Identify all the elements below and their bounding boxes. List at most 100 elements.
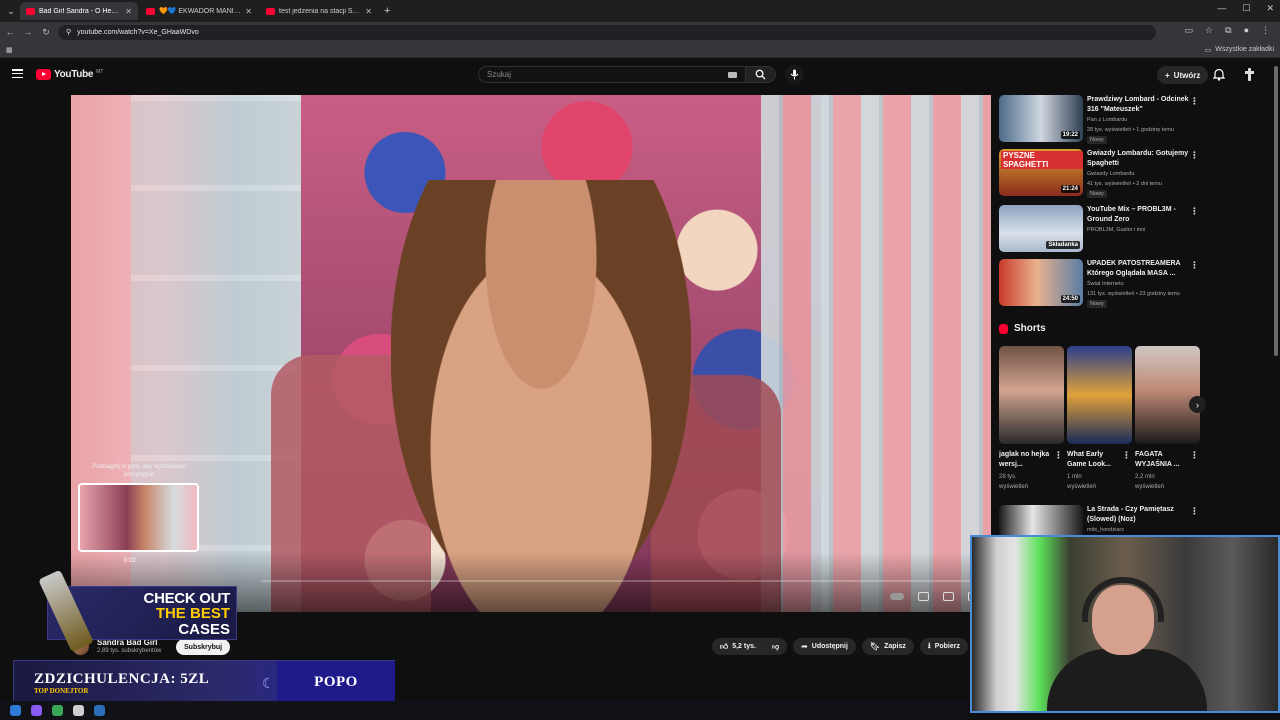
browser-menu-icon[interactable]: ⋮ bbox=[1261, 25, 1270, 36]
like-count: 5,2 tys. bbox=[732, 643, 756, 650]
webcam-person-body bbox=[1047, 649, 1207, 711]
new-badge: Nowy bbox=[1087, 136, 1107, 144]
browser-tab[interactable]: test jedzenia na stacji SKOLIM ✕ bbox=[260, 2, 378, 20]
video-player[interactable] bbox=[71, 95, 991, 612]
short-views-label: wyświetleń bbox=[1135, 484, 1165, 490]
bookmark-icon: 🔖︎ bbox=[869, 642, 881, 651]
window-controls: — ☐ ✕ bbox=[1217, 3, 1274, 14]
shorts-next-button[interactable]: › bbox=[1189, 396, 1206, 413]
forward-icon[interactable]: → bbox=[22, 27, 34, 37]
url-field[interactable]: ⚲ youtube.com/watch?v=Xe_GHaaWDvo bbox=[58, 24, 1156, 40]
more-options-icon[interactable]: ⋮ bbox=[1190, 150, 1199, 161]
more-options-icon[interactable]: ⋮ bbox=[1190, 206, 1199, 217]
video-thumbnail: 19:22 bbox=[999, 95, 1083, 142]
discord-icon[interactable] bbox=[31, 705, 42, 716]
video-frame-person bbox=[391, 180, 691, 612]
recommended-video[interactable]: 24:50 UPADEK PATOSTREAMERA Którego Ogląd… bbox=[999, 259, 1209, 309]
voice-search-button[interactable] bbox=[785, 65, 804, 84]
download-button[interactable]: ⭳ Pobierz bbox=[919, 638, 968, 655]
close-tab-icon[interactable]: ✕ bbox=[125, 7, 132, 16]
short-views: 28 tys. bbox=[999, 474, 1017, 480]
more-options-icon[interactable]: ⋮ bbox=[1190, 260, 1199, 271]
back-icon[interactable]: ← bbox=[4, 27, 16, 37]
video-progress-bar[interactable] bbox=[261, 580, 986, 582]
save-button[interactable]: 🔖︎ Zapisz bbox=[861, 638, 914, 655]
reload-icon[interactable]: ↻ bbox=[40, 27, 52, 38]
short-views: 2,2 mln bbox=[1135, 474, 1155, 480]
bookmark-star-icon[interactable]: ☆ bbox=[1205, 25, 1213, 36]
folder-icon: ▭ bbox=[1204, 46, 1212, 54]
recommended-video[interactable]: PYSZNE SPAGHETTI 21:24 Gwiazdy Lombardu:… bbox=[999, 149, 1209, 199]
more-options-icon[interactable]: ⋮ bbox=[1190, 506, 1199, 517]
profile-icon[interactable]: ● bbox=[1244, 25, 1249, 36]
video-title: Gwiazdy Lombardu: Gotujemy Spaghetti bbox=[1087, 150, 1189, 167]
windows-start-icon[interactable] bbox=[10, 705, 21, 716]
video-duration: 24:50 bbox=[1060, 295, 1080, 303]
case-ad-line: THE BEST bbox=[155, 605, 230, 622]
close-window-icon[interactable]: ✕ bbox=[1266, 3, 1274, 14]
tab-search-icon[interactable]: ⌄ bbox=[4, 4, 18, 18]
url-text: youtube.com/watch?v=Xe_GHaaWDvo bbox=[77, 28, 199, 36]
seek-preview-time: 0:02 bbox=[124, 558, 136, 564]
short-item[interactable]: FAGATA WYJAŚNIA ... 2,2 mln wyświetleń ⋮ bbox=[1135, 346, 1201, 492]
save-label: Zapisz bbox=[884, 643, 906, 650]
recommended-video[interactable]: 19:22 Prawdziwy Lombard - Odcinek 316 "M… bbox=[999, 95, 1209, 145]
minimize-icon[interactable]: — bbox=[1217, 3, 1226, 14]
video-duration: 21:24 bbox=[1060, 185, 1080, 193]
keyboard-icon[interactable] bbox=[728, 71, 737, 78]
short-title: FAGATA WYJAŚNIA ... bbox=[1135, 451, 1180, 468]
more-options-icon[interactable]: ⋮ bbox=[1122, 450, 1131, 461]
account-avatar-icon[interactable] bbox=[1243, 68, 1256, 81]
subtitles-icon[interactable] bbox=[918, 592, 929, 601]
autoplay-toggle[interactable] bbox=[890, 593, 904, 600]
video-meta: 131 tys. wyświetleń • 23 godziny temu bbox=[1087, 291, 1180, 297]
browser-tab-bar: ⌄ Bad Girl Sandra - O Hey ! - YouTube ✕ … bbox=[0, 0, 1280, 22]
steam-icon[interactable] bbox=[94, 705, 105, 716]
video-title: UPADEK PATOSTREAMERA Którego Oglądała MA… bbox=[1087, 260, 1181, 277]
youtube-logo[interactable]: YouTube MT bbox=[36, 69, 103, 80]
extensions-icon[interactable]: ⧉ bbox=[1225, 25, 1231, 36]
close-tab-icon[interactable]: ✕ bbox=[365, 7, 372, 16]
donor-name: POPO bbox=[277, 661, 395, 704]
page-scrollbar[interactable] bbox=[1272, 60, 1280, 360]
settings-gear-icon[interactable] bbox=[943, 592, 954, 601]
close-tab-icon[interactable]: ✕ bbox=[245, 7, 252, 16]
headphones-graphic bbox=[1082, 577, 1164, 622]
like-button[interactable]: 👍︎ 5,2 tys. 👎︎ bbox=[711, 638, 788, 655]
notifications-bell-icon[interactable] bbox=[1213, 68, 1225, 81]
tab-title: Bad Girl Sandra - O Hey ! - YouTube bbox=[39, 7, 121, 15]
hamburger-menu-icon[interactable] bbox=[12, 69, 23, 78]
video-title: Prawdziwy Lombard - Odcinek 316 "Mateusz… bbox=[1087, 96, 1189, 113]
short-views-label: wyświetleń bbox=[1067, 484, 1097, 490]
short-thumbnail bbox=[999, 346, 1064, 444]
video-meta: 41 tys. wyświetleń • 2 dni temu bbox=[1087, 181, 1162, 187]
all-bookmarks[interactable]: ▭ Wszystkie zakładki bbox=[1205, 46, 1274, 54]
new-tab-icon[interactable]: + bbox=[384, 5, 390, 17]
subscribe-button[interactable]: Subskrybuj bbox=[176, 639, 231, 655]
short-item[interactable]: What Early Game Look... 1 mln wyświetleń… bbox=[1067, 346, 1133, 492]
short-views-label: wyświetleń bbox=[999, 484, 1029, 490]
create-button[interactable]: + Utwórz bbox=[1157, 66, 1209, 84]
obs-icon[interactable] bbox=[73, 705, 84, 716]
chrome-icon[interactable] bbox=[52, 705, 63, 716]
browser-tab-active[interactable]: Bad Girl Sandra - O Hey ! - YouTube ✕ bbox=[20, 2, 138, 20]
more-options-icon[interactable]: ⋮ bbox=[1054, 450, 1063, 461]
share-button[interactable]: ➦ Udostępnij bbox=[793, 638, 856, 655]
maximize-icon[interactable]: ☐ bbox=[1242, 3, 1250, 14]
video-thumbnail: 24:50 bbox=[999, 259, 1083, 306]
more-options-icon[interactable]: ⋮ bbox=[1190, 96, 1199, 107]
recommended-mix[interactable]: Składanka YouTube Mix – PROBL3M - Ground… bbox=[999, 205, 1209, 255]
seek-hint-text: Podciągnij w górę, aby wyszukiwać precyz… bbox=[92, 464, 186, 478]
browser-tab[interactable]: 🧡💙 EKWADOR MANIECZKI ✕ bbox=[140, 2, 258, 20]
cast-icon[interactable]: ▭ bbox=[1185, 25, 1194, 36]
region-code: MT bbox=[96, 69, 104, 75]
more-options-icon[interactable]: ⋮ bbox=[1190, 450, 1199, 461]
tab-title: 🧡💙 EKWADOR MANIECZKI bbox=[159, 8, 241, 15]
video-channel: Pan z Lombardu bbox=[1087, 117, 1128, 123]
short-item[interactable]: jaglak no hejka wersj... 28 tys. wyświet… bbox=[999, 346, 1065, 492]
thumbs-down-icon[interactable]: 👎︎ bbox=[772, 642, 779, 651]
site-info-icon[interactable]: ⚲ bbox=[66, 28, 71, 36]
search-input[interactable]: Szukaj bbox=[478, 66, 746, 83]
apps-icon[interactable]: ▦ bbox=[6, 46, 13, 54]
search-button[interactable] bbox=[746, 66, 776, 83]
